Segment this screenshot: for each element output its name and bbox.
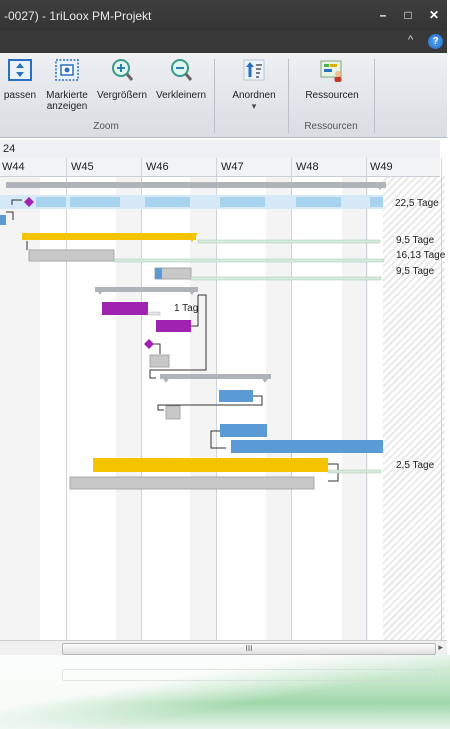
zoom-out-label: Verkleinern <box>155 90 207 101</box>
zoom-group-label: Zoom <box>93 121 119 132</box>
slack-bar <box>147 311 161 316</box>
task-bar-yellow[interactable] <box>22 233 196 240</box>
duration-label: 16,13 Tage <box>396 250 446 261</box>
help-icon[interactable]: ? <box>428 34 443 49</box>
duration-label: 22,5 Tage <box>395 198 439 209</box>
slack-bar <box>327 469 382 474</box>
reflected-scrollbar <box>62 669 436 681</box>
app-window: -0027) - 1riLoox PM-Projekt – □ ✕ ^ ? pa… <box>0 0 447 655</box>
ribbon-separator <box>214 59 215 133</box>
task-bar[interactable] <box>70 197 120 207</box>
collapse-ribbon-icon[interactable]: ^ <box>408 34 413 46</box>
scrollbar-thumb[interactable]: III <box>62 643 436 655</box>
slack-bar <box>190 276 382 281</box>
gantt-chart: 24 W44 W45 W46 W47 W48 W49 22,5 Tage 9,5… <box>0 138 447 646</box>
task-bar-purple[interactable] <box>156 320 191 332</box>
fit-button-label: passen <box>3 90 37 101</box>
fit-icon <box>8 59 32 81</box>
arrange-dropdown-icon: ▾ <box>251 101 257 111</box>
scroll-right-icon[interactable]: ▸ <box>438 642 443 653</box>
slack-bar <box>197 239 381 244</box>
zoom-out-icon <box>171 59 193 81</box>
task-bar-gray[interactable] <box>69 476 315 490</box>
duration-label: 9,5 Tage <box>396 266 435 277</box>
task-bar-yellow[interactable] <box>93 458 328 472</box>
dependency-line <box>154 343 161 354</box>
show-selected-button[interactable]: Markierte anzeigen <box>42 57 92 117</box>
fit-button[interactable]: passen <box>0 57 40 117</box>
resources-icon <box>320 60 342 82</box>
bar-duration-label: 1 Tag <box>174 303 199 314</box>
gantt-bars <box>0 182 386 490</box>
task-bar-blue[interactable] <box>220 424 267 437</box>
duration-label: 9,5 Tage <box>396 235 435 246</box>
arrange-label: Anordnen <box>232 90 276 101</box>
reflection-shine <box>0 655 450 729</box>
ribbon-separator <box>288 59 289 133</box>
zoom-in-button[interactable]: Vergrößern <box>94 57 150 117</box>
maximize-button[interactable]: □ <box>397 6 419 24</box>
zoom-out-button[interactable]: Verkleinern <box>152 57 210 117</box>
show-selected-label: Markierte anzeigen <box>46 90 88 112</box>
milestone-diamond[interactable] <box>144 339 154 349</box>
task-bar-blue[interactable] <box>231 440 383 453</box>
summary-bar[interactable] <box>160 374 271 379</box>
arrange-icon <box>243 59 265 81</box>
zoom-in-label: Vergrößern <box>96 90 148 101</box>
window-reflection <box>0 655 450 729</box>
task-bar[interactable] <box>370 197 383 207</box>
resources-group-label: Ressourcen <box>304 121 358 132</box>
summary-bar[interactable] <box>95 287 198 292</box>
task-bar[interactable] <box>0 215 6 225</box>
minimize-button[interactable]: – <box>372 6 394 24</box>
window-title: -0027) - 1riLoox PM-Projekt <box>4 9 152 23</box>
task-bar[interactable] <box>36 197 66 207</box>
task-bar[interactable] <box>220 197 265 207</box>
close-button[interactable]: ✕ <box>423 6 445 24</box>
task-bar-gray[interactable] <box>149 354 170 368</box>
title-bar: -0027) - 1riLoox PM-Projekt – □ ✕ <box>0 0 447 31</box>
dependency-line <box>6 211 14 220</box>
task-bar-gray[interactable] <box>28 249 115 262</box>
task-progress <box>155 268 162 279</box>
resources-button[interactable]: Ressourcen <box>296 57 368 117</box>
task-bar-blue[interactable] <box>219 390 253 402</box>
task-bar[interactable] <box>145 197 190 207</box>
show-selected-icon <box>55 59 79 81</box>
task-bar-purple[interactable] <box>102 302 148 315</box>
project-summary-bar[interactable] <box>6 182 386 188</box>
ribbon-tab-strip: ^ ? <box>0 31 447 53</box>
ribbon-separator <box>374 59 375 133</box>
task-bar-gray[interactable] <box>165 405 181 420</box>
duration-label: 2,5 Tage <box>396 460 435 471</box>
horizontal-scrollbar[interactable]: III ▸ <box>0 640 447 655</box>
resources-label: Ressourcen <box>305 90 359 101</box>
ribbon: passen Markierte anzeigen Vergrößern Ver… <box>0 53 447 138</box>
slack-bar <box>113 258 385 263</box>
arrange-button[interactable]: Anordnen ▾ <box>224 57 284 117</box>
zoom-in-icon <box>112 59 134 81</box>
task-bar[interactable] <box>296 197 341 207</box>
